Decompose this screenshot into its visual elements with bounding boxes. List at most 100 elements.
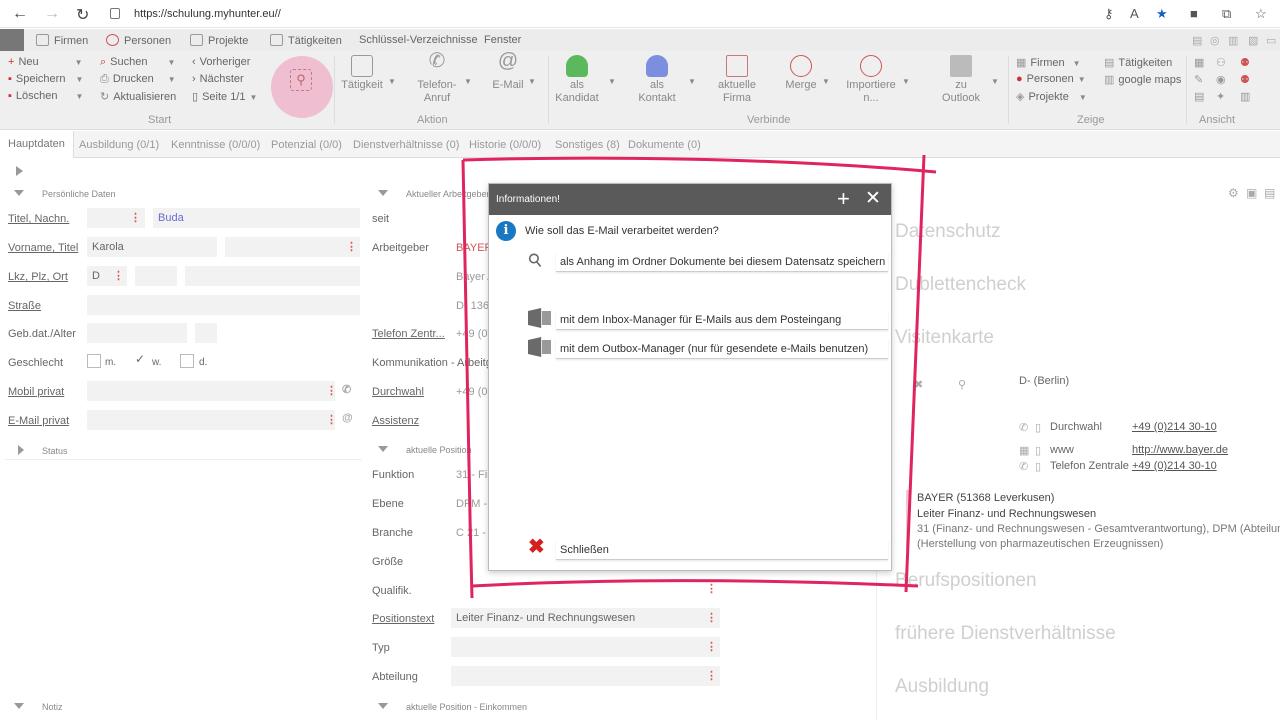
paperclip-icon[interactable]: ⚲ <box>290 69 312 91</box>
lkz-label[interactable]: Lkz, Plz, Ort <box>8 271 68 283</box>
excel-icon[interactable]: ▤ <box>1264 186 1275 200</box>
back-icon[interactable]: ← <box>12 5 28 23</box>
titel-label[interactable]: Titel, Nachn. <box>8 213 69 225</box>
speichern-button[interactable]: ▪ Speichern ▼ <box>8 73 83 85</box>
durchwahl-link[interactable]: +49 (0)214 30-10 <box>1132 421 1217 433</box>
filter-icon[interactable]: ▥ <box>1240 90 1250 103</box>
people-icon[interactable]: ⚇ <box>1216 56 1226 69</box>
www-link[interactable]: http://www.bayer.de <box>1132 444 1228 456</box>
chevron-down-icon[interactable]: ▼ <box>991 77 999 86</box>
ort-field[interactable] <box>185 266 360 286</box>
favorites-icon[interactable]: ☆ <box>1255 6 1267 22</box>
menu-personen[interactable]: Personen <box>106 34 171 47</box>
maximize-icon[interactable]: + <box>837 184 850 214</box>
strasse-field[interactable] <box>87 295 360 315</box>
positionstext-label[interactable]: Positionstext <box>372 613 434 625</box>
favorite-star-icon[interactable]: ★ <box>1156 6 1168 22</box>
email-field[interactable] <box>87 410 335 430</box>
more-icon[interactable]: ⋮ <box>326 384 337 397</box>
menu-firmen[interactable]: Firmen <box>36 34 88 47</box>
option-inbox-manager[interactable]: mit dem Inbox-Manager für E-Mails aus de… <box>556 310 888 330</box>
mobil-label[interactable]: Mobil privat <box>8 386 64 398</box>
datenschutz-heading[interactable]: Datenschutz <box>895 221 1001 243</box>
taetigkeit-button[interactable]: Tätigkeit <box>340 55 384 92</box>
schliessen-button[interactable]: Schließen <box>556 540 888 560</box>
importieren-button[interactable]: Importiere n... <box>842 55 900 105</box>
google-maps-button[interactable]: ▥ google maps <box>1104 73 1181 86</box>
phone-icon[interactable]: ✆ <box>342 383 351 396</box>
menu-fenster[interactable]: Fenster <box>484 34 521 46</box>
geburtsdatum-field[interactable] <box>87 323 187 343</box>
dublettencheck-heading[interactable]: Dublettencheck <box>895 274 1026 296</box>
option-outbox-manager[interactable]: mit dem Outbox-Manager (nur für gesendet… <box>556 339 888 359</box>
telefon-button[interactable]: ✆ Telefon- Anruf <box>414 51 460 105</box>
assistenz-label[interactable]: Assistenz <box>372 415 419 427</box>
chevron-down-icon[interactable]: ▼ <box>608 77 616 86</box>
grid-icon[interactable]: ▦ <box>1194 56 1204 69</box>
close-icon[interactable]: ✕ <box>865 184 881 214</box>
option-als-anhang[interactable]: als Anhang im Ordner Dokumente bei diese… <box>556 252 888 272</box>
zeige-taetigkeiten-button[interactable]: ▤ Tätigkeiten <box>1104 56 1172 69</box>
tab-historie[interactable]: Historie (0/0/0) <box>469 139 541 151</box>
section-status[interactable]: Status <box>18 445 68 456</box>
tab-potenzial[interactable]: Potenzial (0/0) <box>271 139 342 151</box>
merge-button[interactable]: Merge <box>780 55 822 92</box>
person-settings-icon[interactable]: ⚉ <box>1240 56 1250 69</box>
titel2-field[interactable] <box>225 237 360 257</box>
tab-kenntnisse[interactable]: Kenntnisse (0/0/0) <box>171 139 260 151</box>
more-icon[interactable]: ⋮ <box>326 413 337 426</box>
aktualisieren-button[interactable]: ↻ Aktualisieren <box>100 90 176 103</box>
chevron-down-icon[interactable]: ▼ <box>688 77 696 86</box>
star-icon[interactable]: ✦ <box>1216 90 1225 103</box>
table-icon[interactable]: ▤ <box>1194 90 1204 103</box>
read-aloud-icon[interactable]: A <box>1130 6 1139 21</box>
plz-field[interactable] <box>135 266 177 286</box>
eye-icon[interactable]: ◉ <box>1216 73 1226 86</box>
email-label[interactable]: E-Mail privat <box>8 415 69 427</box>
zentrale-link[interactable]: +49 (0)214 30-10 <box>1132 460 1217 472</box>
telefon-zentrale-label[interactable]: Telefon Zentr... <box>372 328 445 340</box>
section-arbeitgeber[interactable]: Aktueller Arbeitgeber <box>378 189 490 199</box>
section-persoenliche-daten[interactable]: Persönliche Daten <box>14 189 116 199</box>
visitenkarte-heading[interactable]: Visitenkarte <box>895 327 994 349</box>
abteilung-field[interactable] <box>451 666 720 686</box>
more-icon[interactable]: ⋮ <box>706 611 717 624</box>
als-kontakt-button[interactable]: als Kontakt <box>634 55 680 105</box>
vorname-label[interactable]: Vorname, Titel <box>8 242 78 254</box>
tab-dienstverhaeltnisse[interactable]: Dienstverhältnisse (0) <box>353 139 459 151</box>
more-icon[interactable]: ⋮ <box>113 269 124 282</box>
paperclip-icon[interactable]: ⚲ <box>958 378 966 391</box>
section-notiz[interactable]: Notiz <box>14 702 63 712</box>
menu-taetigkeiten[interactable]: Tätigkeiten <box>270 34 342 47</box>
section-aktuelle-position[interactable]: aktuelle Position <box>378 445 472 455</box>
seite-selector[interactable]: ▯ Seite 1/1 ▼ <box>192 90 257 103</box>
zeige-personen-button[interactable]: ● Personen ▼ <box>1016 73 1086 85</box>
zeige-firmen-button[interactable]: ▦ Firmen ▼ <box>1016 56 1081 69</box>
loeschen-button[interactable]: ▪ Löschen ▼ <box>8 90 83 102</box>
arbeitgeber-value[interactable]: BAYER <box>456 242 492 254</box>
chevron-down-icon[interactable]: ▼ <box>902 77 910 86</box>
more-icon[interactable]: ⋮ <box>130 211 141 224</box>
tab-hauptdaten[interactable]: Hauptdaten <box>0 131 74 158</box>
tab-dokumente[interactable]: Dokumente (0) <box>628 139 701 151</box>
user-icon[interactable]: ⚉ <box>1240 73 1250 86</box>
chart-icon[interactable]: ▥ <box>1228 34 1238 47</box>
more-icon[interactable]: ⋮ <box>706 669 717 682</box>
tab-ausbildung[interactable]: Ausbildung (0/1) <box>79 139 159 151</box>
strasse-label[interactable]: Straße <box>8 300 41 312</box>
email-button[interactable]: @ E-Mail <box>488 51 528 92</box>
fruehere-dienstverhaeltnisse-heading[interactable]: frühere Dienstverhältnisse <box>895 623 1116 645</box>
window-icon[interactable]: ▭ <box>1266 34 1276 47</box>
help-icon[interactable]: ◎ <box>1210 34 1220 47</box>
chevron-down-icon[interactable]: ▼ <box>822 77 830 86</box>
checkbox-w-checked[interactable]: ✓ <box>135 352 145 366</box>
app-menu-icon[interactable] <box>0 29 24 51</box>
typ-field[interactable] <box>451 637 720 657</box>
address-bar[interactable]: https://schulung.myhunter.eu// <box>104 4 1084 24</box>
checkbox-d[interactable] <box>180 354 194 368</box>
chevron-down-icon[interactable]: ▼ <box>388 77 396 86</box>
forward-icon[interactable]: → <box>44 5 60 23</box>
expand-icon[interactable] <box>16 166 23 176</box>
naechster-button[interactable]: › Nächster <box>192 73 244 85</box>
at-icon[interactable]: @ <box>342 412 353 424</box>
